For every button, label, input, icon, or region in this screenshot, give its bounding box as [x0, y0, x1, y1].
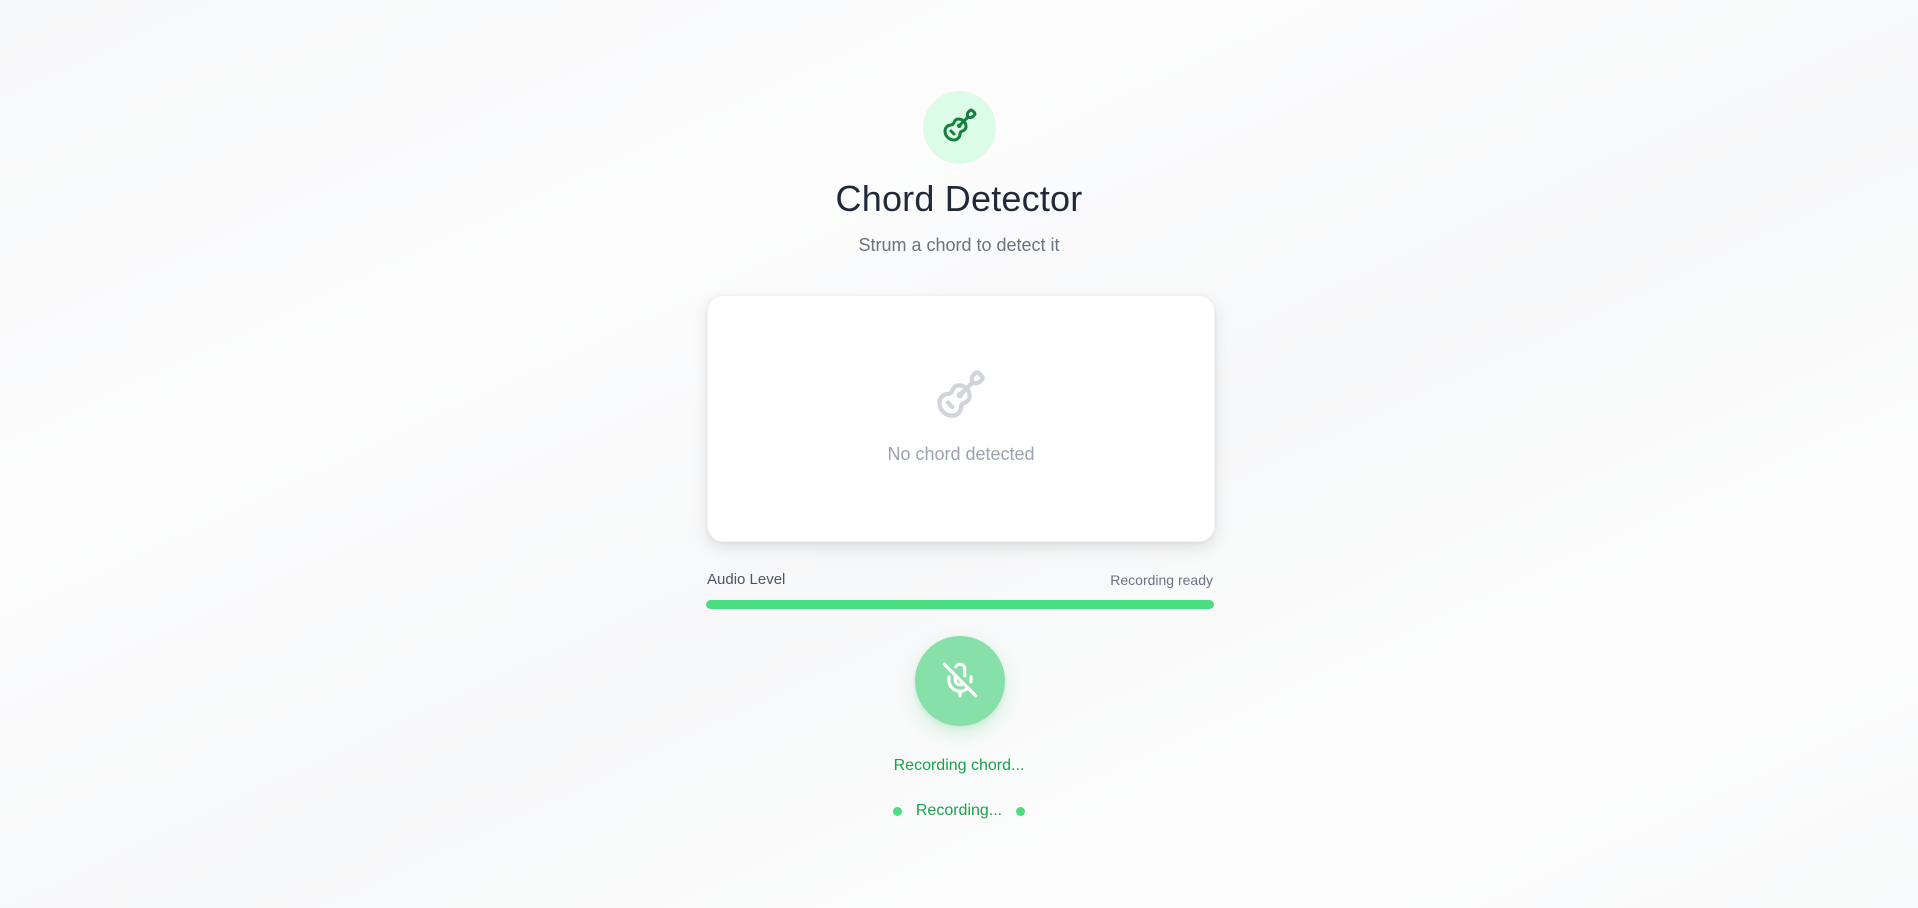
recording-dot-left — [892, 806, 902, 816]
chord-empty-text: No chord detected — [887, 444, 1035, 464]
audio-level-meter — [706, 600, 1214, 609]
recording-indicator-text: Recording... — [915, 802, 1003, 819]
recording-status-text: Recording chord... — [893, 757, 1025, 774]
recording-dot-right — [1016, 806, 1026, 816]
guitar-logo — [923, 91, 996, 164]
chord-detector-app: Chord Detector Strum a chord to detect i… — [0, 0, 1918, 908]
guitar-icon — [935, 368, 987, 420]
mic-toggle-button[interactable] — [915, 636, 1005, 726]
page-title: Chord Detector — [835, 178, 1083, 219]
audio-level-status: Recording ready — [1110, 572, 1213, 588]
audio-level-label: Audio Level — [707, 571, 786, 588]
recording-indicator: Recording... — [0, 802, 1918, 820]
audio-level-fill — [706, 600, 1214, 609]
mic-off-icon — [941, 661, 979, 702]
chord-display-card: No chord detected — [707, 295, 1215, 542]
guitar-icon — [942, 107, 978, 148]
page-subtitle: Strum a chord to detect it — [858, 235, 1060, 255]
